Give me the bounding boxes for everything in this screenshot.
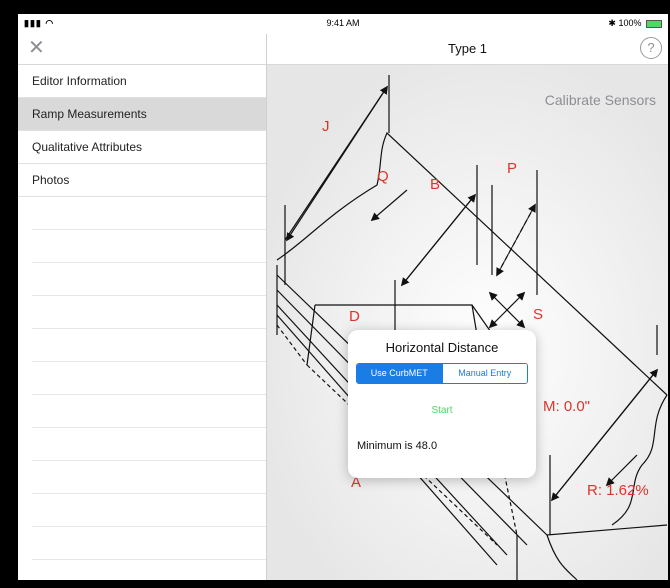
popup-title: Horizontal Distance xyxy=(385,340,499,355)
manual-entry-segment[interactable]: Manual Entry xyxy=(441,364,527,383)
page-title: Type 1 xyxy=(447,41,488,56)
empty-row xyxy=(32,560,266,580)
battery-percent: 100% xyxy=(618,18,642,28)
empty-row xyxy=(32,197,266,230)
label-r-value: R: 1.62% xyxy=(587,482,649,499)
empty-row xyxy=(32,527,266,560)
sidebar-item-qualitative-attributes[interactable]: Qualitative Attributes xyxy=(18,131,266,164)
label-j: J xyxy=(322,118,330,135)
start-button[interactable]: Start xyxy=(348,405,536,416)
sidebar: ✕ Editor Information Ramp Measurements Q… xyxy=(18,34,267,580)
ramp-diagram xyxy=(267,65,668,580)
sidebar-item-ramp-measurements[interactable]: Ramp Measurements xyxy=(18,98,266,131)
label-p: P xyxy=(507,160,518,177)
empty-row xyxy=(32,362,266,395)
help-icon[interactable]: ? xyxy=(640,37,662,59)
horizontal-distance-popup: Horizontal Distance Use CurbMET Manual E… xyxy=(348,330,536,478)
empty-row xyxy=(32,461,266,494)
empty-row xyxy=(32,230,266,263)
main-panel: Type 1 ? Calibrate Sensors J Q B P S D A… xyxy=(267,34,668,580)
sidebar-item-editor-information[interactable]: Editor Information xyxy=(18,65,266,98)
calibrate-sensors-button[interactable]: Calibrate Sensors xyxy=(545,92,656,108)
nav-bar: Type 1 ? xyxy=(267,34,668,65)
empty-row xyxy=(32,263,266,296)
status-bar: ▮▮▮ ◠ 9:41 AM ✱ 100% xyxy=(18,14,668,34)
measurement-mode-segmented-control: Use CurbMET Manual Entry xyxy=(356,363,528,384)
sidebar-header: ✕ xyxy=(18,34,266,65)
battery-icon xyxy=(646,19,662,28)
label-d: D xyxy=(349,308,360,325)
empty-row xyxy=(32,395,266,428)
label-m-value: M: 0.0" xyxy=(543,398,591,415)
status-time: 9:41 AM xyxy=(326,18,360,28)
empty-row xyxy=(32,494,266,527)
ipad-screen: ▮▮▮ ◠ 9:41 AM ✱ 100% ✕ Editor Informatio… xyxy=(18,14,668,580)
empty-row xyxy=(32,428,266,461)
sidebar-item-photos[interactable]: Photos xyxy=(18,164,266,197)
label-q: Q xyxy=(377,168,389,185)
empty-row xyxy=(32,296,266,329)
label-b: B xyxy=(430,176,441,193)
battery-indicator: ✱ 100% xyxy=(608,18,662,29)
empty-row xyxy=(32,329,266,362)
label-s: S xyxy=(533,306,544,323)
bluetooth-icon: ✱ xyxy=(608,18,616,28)
close-icon[interactable]: ✕ xyxy=(28,38,45,58)
minimum-text: Minimum is 48.0 xyxy=(357,440,438,452)
use-curbmet-segment[interactable]: Use CurbMET xyxy=(357,364,442,383)
